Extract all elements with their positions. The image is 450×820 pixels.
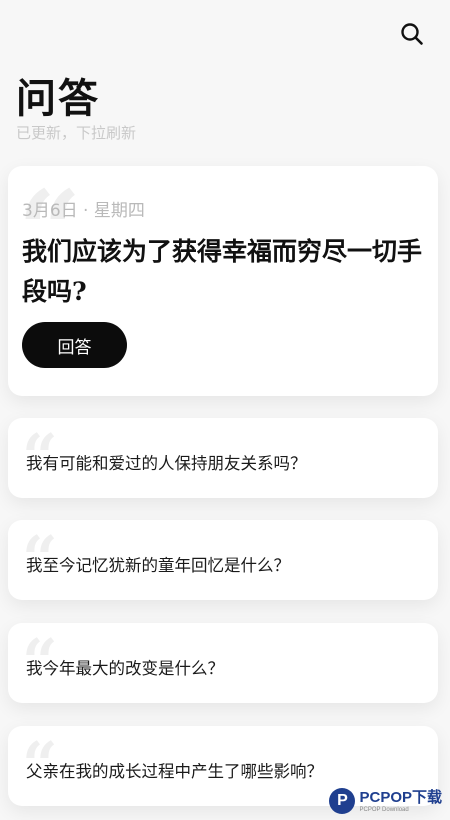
- search-button[interactable]: [396, 18, 428, 50]
- watermark-subtitle: PCPOP Download: [359, 806, 409, 813]
- question-card[interactable]: “ 我有可能和爱过的人保持朋友关系吗？: [8, 418, 438, 498]
- search-icon: [401, 23, 423, 45]
- watermark-brand: PCPOP下载: [359, 788, 442, 806]
- question-text[interactable]: 父亲在我的成长过程中产生了哪些影响？: [26, 726, 323, 806]
- watermark-logo-icon: P: [329, 788, 356, 814]
- question-card[interactable]: “ 我至今记忆犹新的童年回忆是什么？: [8, 520, 438, 600]
- refresh-hint: 已更新，下拉刷新: [16, 124, 137, 142]
- question-text[interactable]: 我至今记忆犹新的童年回忆是什么？: [26, 520, 290, 600]
- watermark: P PCPOP下载 PCPOP Download: [329, 788, 442, 814]
- page-title: 问答: [16, 75, 100, 122]
- featured-question[interactable]: 我们应该为了获得幸福而穷尽一切手段吗?: [22, 232, 422, 312]
- question-text[interactable]: 我有可能和爱过的人保持朋友关系吗？: [26, 418, 307, 498]
- featured-question-card[interactable]: “ 3月6日 · 星期四 我们应该为了获得幸福而穷尽一切手段吗? 回答: [8, 166, 438, 396]
- qa-page: 问答 已更新，下拉刷新 “ 3月6日 · 星期四 我们应该为了获得幸福而穷尽一切…: [0, 0, 450, 820]
- answer-button[interactable]: 回答: [22, 322, 127, 368]
- featured-date: 3月6日 · 星期四: [22, 201, 145, 221]
- question-card[interactable]: “ 我今年最大的改变是什么？: [8, 623, 438, 703]
- question-text[interactable]: 我今年最大的改变是什么？: [26, 623, 224, 703]
